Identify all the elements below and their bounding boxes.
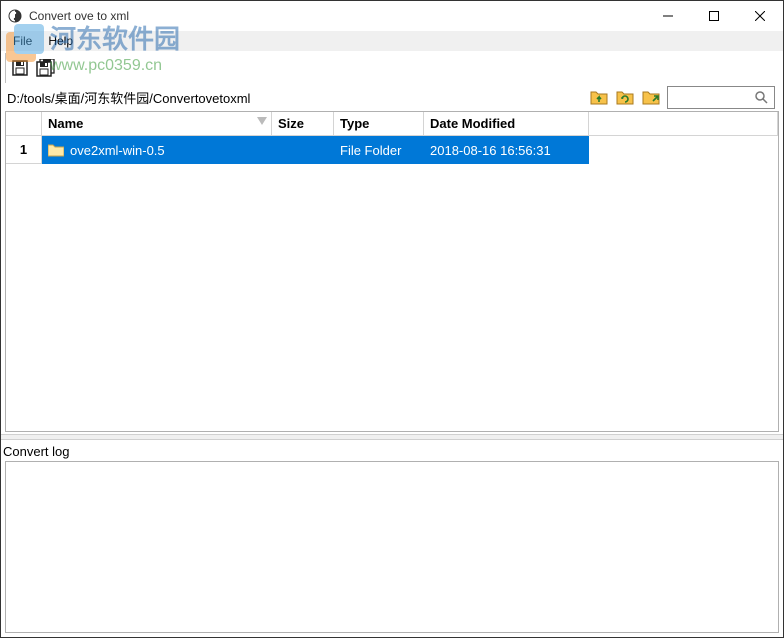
minimize-button[interactable] bbox=[645, 1, 691, 31]
folder-refresh-button[interactable] bbox=[615, 87, 635, 107]
cell-type: File Folder bbox=[334, 136, 424, 164]
window-title: Convert ove to xml bbox=[29, 9, 645, 23]
close-button[interactable] bbox=[737, 1, 783, 31]
folder-icon bbox=[48, 143, 64, 157]
column-type[interactable]: Type bbox=[334, 112, 424, 135]
window-controls bbox=[645, 1, 783, 30]
log-label: Convert log bbox=[1, 440, 783, 459]
titlebar: Convert ove to xml bbox=[1, 1, 783, 31]
cell-size bbox=[272, 136, 334, 164]
app-icon bbox=[7, 8, 23, 24]
folder-open-button[interactable] bbox=[641, 87, 661, 107]
log-area[interactable] bbox=[5, 461, 779, 633]
column-name-label: Name bbox=[48, 116, 83, 131]
row-number: 1 bbox=[6, 136, 42, 164]
column-size[interactable]: Size bbox=[272, 112, 334, 135]
table-row[interactable]: 1 ove2xml-win-0.5 File Folder 2018-08-16… bbox=[6, 136, 778, 164]
search-icon[interactable] bbox=[754, 90, 774, 104]
column-rownum[interactable] bbox=[6, 112, 42, 135]
path-text: D:/tools/桌面/河东软件园/Convertovetoxml bbox=[7, 88, 583, 107]
menu-help[interactable]: Help bbox=[40, 32, 81, 50]
search-input[interactable] bbox=[668, 90, 754, 104]
table-header: Name Size Type Date Modified bbox=[6, 112, 778, 136]
pathbar: D:/tools/桌面/河东软件园/Convertovetoxml bbox=[1, 83, 783, 111]
cell-date: 2018-08-16 16:56:31 bbox=[424, 136, 589, 164]
toolbar bbox=[5, 53, 779, 83]
column-date[interactable]: Date Modified bbox=[424, 112, 589, 135]
table-body[interactable]: 1 ove2xml-win-0.5 File Folder 2018-08-16… bbox=[6, 136, 778, 431]
column-spacer bbox=[589, 112, 778, 135]
maximize-button[interactable] bbox=[691, 1, 737, 31]
cell-name-text: ove2xml-win-0.5 bbox=[70, 143, 165, 158]
file-list: Name Size Type Date Modified 1 ove2xml-w… bbox=[5, 111, 779, 432]
folder-up-button[interactable] bbox=[589, 87, 609, 107]
cell-name: ove2xml-win-0.5 bbox=[42, 136, 272, 164]
menubar: File Help bbox=[1, 31, 783, 51]
sort-indicator-icon bbox=[257, 117, 267, 125]
search-box[interactable] bbox=[667, 86, 775, 109]
menu-file[interactable]: File bbox=[5, 32, 40, 50]
save-all-button[interactable] bbox=[34, 56, 58, 80]
save-button[interactable] bbox=[8, 56, 32, 80]
column-name[interactable]: Name bbox=[42, 112, 272, 135]
